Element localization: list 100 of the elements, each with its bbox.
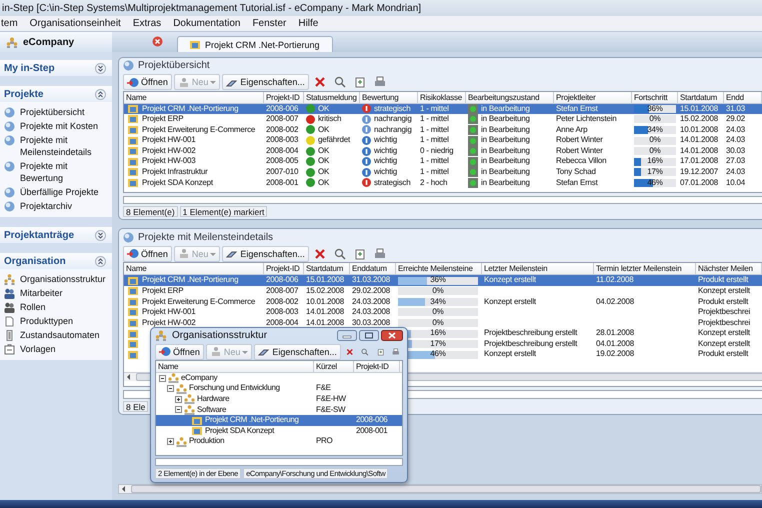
- table-cell[interactable]: Projekt HW-003: [142, 156, 196, 168]
- chevron-icon[interactable]: [95, 230, 106, 240]
- close-icon[interactable]: [152, 36, 163, 47]
- properties-button[interactable]: Eigenschaften...: [254, 344, 341, 360]
- column-header[interactable]: Nächster Meilen: [696, 263, 762, 274]
- table-cell[interactable]: Projekt Erweiterung E-Commerce: [142, 124, 256, 136]
- document-tab[interactable]: Projekt CRM .Net-Portierung: [177, 36, 333, 52]
- open-button[interactable]: Öffnen: [123, 246, 172, 262]
- project-icon: [128, 350, 139, 360]
- column-header[interactable]: Name: [124, 263, 264, 274]
- menu-item[interactable]: Hilfe: [297, 18, 320, 29]
- table-cell[interactable]: Projekt Infrastruktur: [142, 167, 208, 178]
- menu-item[interactable]: Organisationseinheit: [28, 18, 122, 29]
- section-header[interactable]: Projekte: [0, 86, 112, 102]
- chevron-icon[interactable]: [95, 88, 106, 100]
- properties-button[interactable]: Eigenschaften...: [222, 246, 309, 262]
- column-header[interactable]: Projekt-ID: [264, 263, 304, 274]
- column-header[interactable]: Endd: [724, 92, 762, 102]
- open-button[interactable]: Öffnen: [155, 344, 204, 360]
- menu-item[interactable]: tem: [0, 18, 19, 29]
- column-header[interactable]: Projekt-ID: [354, 360, 400, 372]
- tree-item[interactable]: Forschung und Entwicklung: [189, 383, 282, 394]
- export-icon[interactable]: [354, 248, 366, 260]
- table-cell[interactable]: Projekt Erweiterung E-Commerce: [142, 296, 256, 308]
- search-icon[interactable]: [334, 248, 346, 260]
- column-header[interactable]: Bewertung: [360, 92, 418, 102]
- column-header[interactable]: Startdatum: [304, 263, 350, 274]
- sidebar-item[interactable]: Produkttypen: [20, 315, 74, 327]
- table-cell: 2007-010: [266, 167, 298, 178]
- export-icon[interactable]: [354, 76, 366, 88]
- print-icon[interactable]: [374, 76, 386, 88]
- table-cell[interactable]: Projekt CRM .Net-Portierung: [142, 104, 238, 114]
- sidebar-item[interactable]: Zustandsautomaten: [20, 329, 100, 341]
- sidebar-item[interactable]: Projekte mit Bewertung: [20, 160, 110, 184]
- horizontal-scrollbar[interactable]: [118, 484, 762, 494]
- row-highlight[interactable]: Projekt CRM .Net-Portierung 2008-006 15.01.2008 31.03.2008 36% Konzept erstellt 11.02.2008 Produkt erstellt: [124, 275, 762, 286]
- maximize-button[interactable]: [359, 330, 379, 342]
- sidebar-item[interactable]: Überfällige Projekte: [20, 186, 99, 198]
- table-cell[interactable]: Projekt ERP: [142, 286, 184, 297]
- tree-item[interactable]: Projekt CRM .Net-Portierung: [205, 415, 301, 426]
- table-cell[interactable]: Projekt HW-002: [142, 318, 196, 328]
- expander-icon[interactable]: [167, 438, 174, 446]
- column-header[interactable]: Statusmeldung: [304, 92, 360, 102]
- section-header[interactable]: My in-Step: [0, 60, 112, 76]
- chevron-icon[interactable]: [95, 256, 106, 266]
- tree-item[interactable]: Produktion: [189, 436, 226, 447]
- expander-icon[interactable]: [167, 385, 174, 392]
- input-field[interactable]: [155, 458, 403, 466]
- search-icon[interactable]: [334, 76, 346, 88]
- expander-icon[interactable]: [175, 396, 182, 403]
- sidebar-item[interactable]: Rollen: [20, 301, 46, 313]
- column-header[interactable]: Erreichte Meilensteine: [396, 263, 482, 274]
- column-header[interactable]: Projektleiter: [554, 92, 632, 102]
- column-header[interactable]: Enddatum: [350, 263, 396, 274]
- input-field[interactable]: [123, 196, 762, 204]
- close-button[interactable]: [381, 330, 403, 342]
- menu-item[interactable]: Fenster: [251, 18, 288, 29]
- column-header[interactable]: Fortschritt: [632, 92, 678, 102]
- chevron-icon[interactable]: [95, 62, 106, 74]
- print-icon[interactable]: [374, 248, 386, 260]
- column-header[interactable]: Bearbeitungszustand: [466, 92, 554, 102]
- sidebar-item[interactable]: Vorlagen: [20, 343, 56, 355]
- expander-icon[interactable]: [175, 406, 182, 414]
- table-cell[interactable]: Projekt CRM .Net-Portierung: [142, 275, 238, 286]
- tree-item[interactable]: Hardware: [197, 394, 232, 405]
- properties-button[interactable]: Eigenschaften...: [222, 74, 309, 90]
- table-cell[interactable]: Projekt SDA Konzept: [142, 178, 213, 188]
- delete-icon[interactable]: [314, 76, 326, 88]
- row-highlight[interactable]: Projekt CRM .Net-Portierung 2008-006: [156, 415, 402, 426]
- tree-item[interactable]: Software: [197, 404, 228, 416]
- tree-item[interactable]: eCompany: [181, 372, 220, 384]
- tree-item[interactable]: Projekt SDA Konzept: [205, 426, 276, 436]
- sidebar-item[interactable]: Organisationsstruktur: [20, 273, 106, 285]
- menu-item[interactable]: Extras: [132, 18, 162, 29]
- sidebar-item[interactable]: Projekte mit Meilensteindetails: [20, 134, 110, 158]
- section-header[interactable]: Organisation: [0, 253, 112, 269]
- table-cell[interactable]: Projekt HW-001: [142, 307, 196, 318]
- sidebar-item[interactable]: Projektarchiv: [20, 200, 72, 212]
- column-header[interactable]: Name: [156, 360, 314, 372]
- sidebar-item[interactable]: Projektübersicht: [20, 106, 85, 118]
- section-header[interactable]: Projektanträge: [0, 227, 112, 243]
- column-header[interactable]: Startdatum: [678, 92, 724, 102]
- sidebar-item[interactable]: Mitarbeiter: [20, 287, 63, 299]
- left-arrow-icon[interactable]: [121, 486, 127, 492]
- open-button[interactable]: Öffnen: [123, 74, 172, 90]
- column-header[interactable]: Kürzel: [314, 360, 354, 372]
- delete-icon[interactable]: [314, 248, 326, 260]
- table-cell[interactable]: Projekt ERP: [142, 114, 184, 125]
- expander-icon[interactable]: [159, 374, 166, 382]
- table-cell[interactable]: Projekt HW-001: [142, 135, 196, 146]
- column-header[interactable]: Projekt-ID: [264, 92, 304, 102]
- table-cell[interactable]: Projekt HW-002: [142, 146, 196, 156]
- left-arrow-icon[interactable]: [126, 374, 132, 380]
- column-header[interactable]: Name: [124, 92, 264, 102]
- sidebar-item[interactable]: Projekte mit Kosten: [20, 120, 98, 132]
- column-header[interactable]: Risikoklasse: [418, 92, 466, 102]
- column-header[interactable]: Termin letzter Meilenstein: [594, 263, 696, 274]
- column-header[interactable]: Letzter Meilenstein: [482, 263, 594, 274]
- minimize-button[interactable]: [337, 330, 357, 342]
- menu-item[interactable]: Dokumentation: [172, 18, 242, 29]
